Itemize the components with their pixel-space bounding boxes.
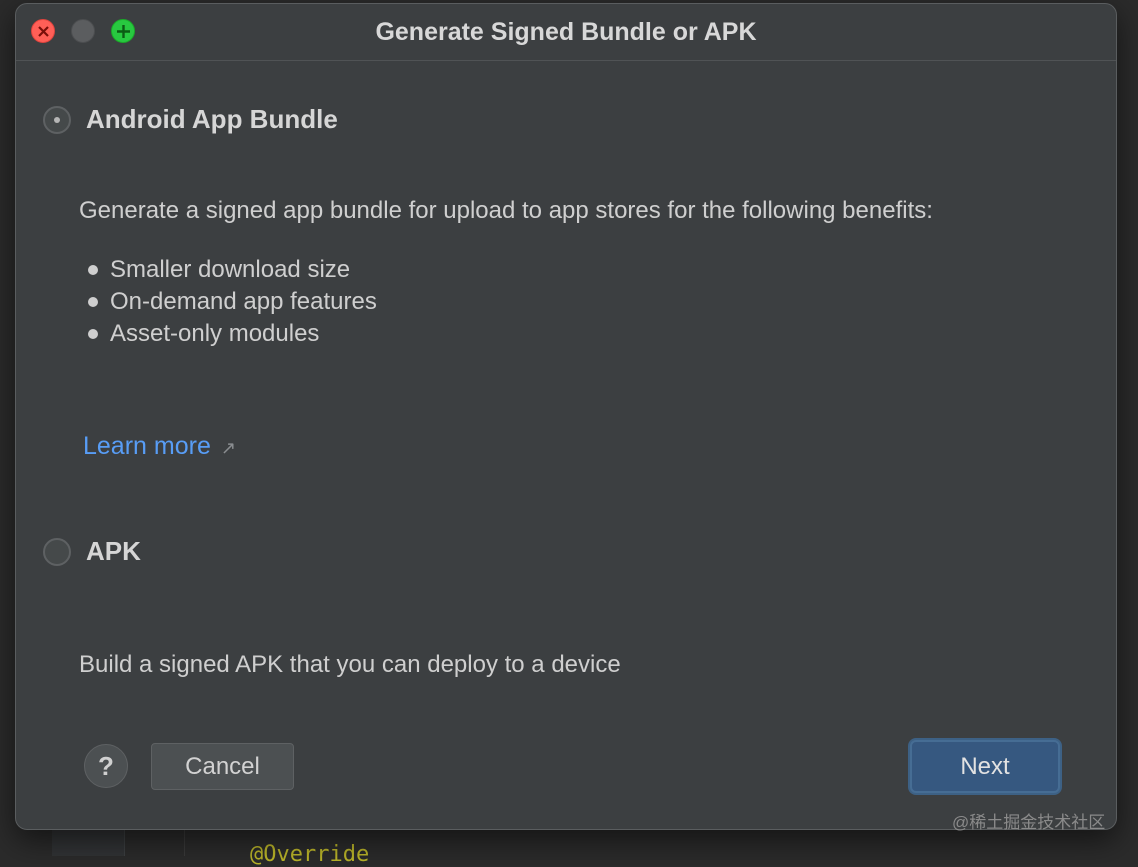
- benefit-item: Asset-only modules: [86, 318, 377, 350]
- editor-code-line: @Override: [250, 842, 370, 867]
- next-button[interactable]: Next: [910, 740, 1060, 793]
- bundle-benefits-list: Smaller download size On-demand app feat…: [86, 254, 377, 350]
- minimize-window-button[interactable]: [71, 19, 95, 43]
- external-link-icon: ↗: [220, 438, 236, 458]
- close-icon: [38, 26, 49, 37]
- bundle-description: Generate a signed app bundle for upload …: [79, 197, 933, 224]
- apk-description: Build a signed APK that you can deploy t…: [79, 651, 621, 678]
- bullet-icon: [88, 329, 98, 339]
- signed-bundle-dialog: Generate Signed Bundle or APK Android Ap…: [15, 3, 1117, 830]
- learn-more-link[interactable]: Learn more ↗: [83, 432, 236, 461]
- help-button[interactable]: ?: [84, 744, 128, 788]
- apk-label[interactable]: APK: [86, 536, 141, 567]
- bullet-icon: [88, 297, 98, 307]
- dialog-title: Generate Signed Bundle or APK: [375, 18, 757, 46]
- close-window-button[interactable]: [31, 19, 55, 43]
- plus-icon: [117, 25, 130, 38]
- bullet-icon: [88, 265, 98, 275]
- cancel-button[interactable]: Cancel: [151, 743, 294, 790]
- benefit-item: Smaller download size: [86, 254, 377, 286]
- watermark: @稀土掘金技术社区: [952, 813, 1106, 832]
- android-app-bundle-label[interactable]: Android App Bundle: [86, 104, 338, 135]
- benefit-item: On-demand app features: [86, 286, 377, 318]
- title-bar: Generate Signed Bundle or APK: [16, 4, 1116, 61]
- apk-radio[interactable]: [43, 538, 71, 566]
- android-app-bundle-radio[interactable]: [43, 106, 71, 134]
- learn-more-label[interactable]: Learn more: [83, 432, 211, 460]
- zoom-window-button[interactable]: [111, 19, 135, 43]
